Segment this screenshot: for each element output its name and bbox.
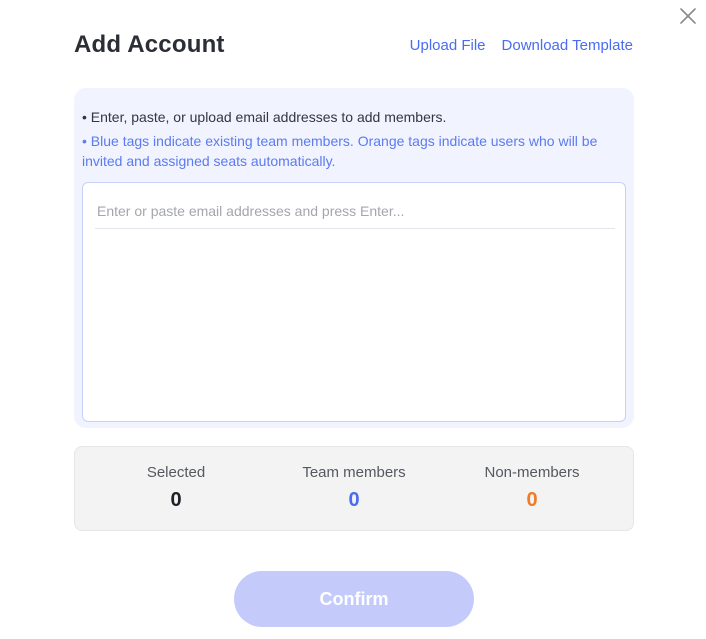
stat-selected-value: 0 [170,489,182,511]
stats-summary: Selected 0 Team members 0 Non-members 0 [74,446,634,531]
confirm-button[interactable]: Confirm [234,571,474,627]
close-icon [680,8,696,24]
email-entry-area[interactable] [82,182,626,422]
stat-non-members-value: 0 [526,489,538,511]
header-links: Upload File Download Template [410,37,633,54]
close-button[interactable] [678,6,698,26]
stat-team-members: Team members 0 [274,464,434,512]
stat-selected-label: Selected [146,464,206,481]
download-template-link[interactable]: Download Template [502,37,633,54]
stat-selected: Selected 0 [96,464,256,512]
tag-legend-text: • Blue tags indicate existing team membe… [82,133,598,169]
upload-file-link[interactable]: Upload File [410,37,486,54]
email-entry-panel: • Enter, paste, or upload email addresse… [74,88,634,428]
email-input[interactable] [95,193,615,229]
stat-team-members-label: Team members [302,464,406,481]
dialog-title: Add Account [74,31,225,58]
stat-team-members-value: 0 [348,489,360,511]
instruction-text: • Enter, paste, or upload email addresse… [82,109,447,125]
stat-non-members: Non-members 0 [452,464,612,512]
stat-non-members-label: Non-members [484,464,580,481]
